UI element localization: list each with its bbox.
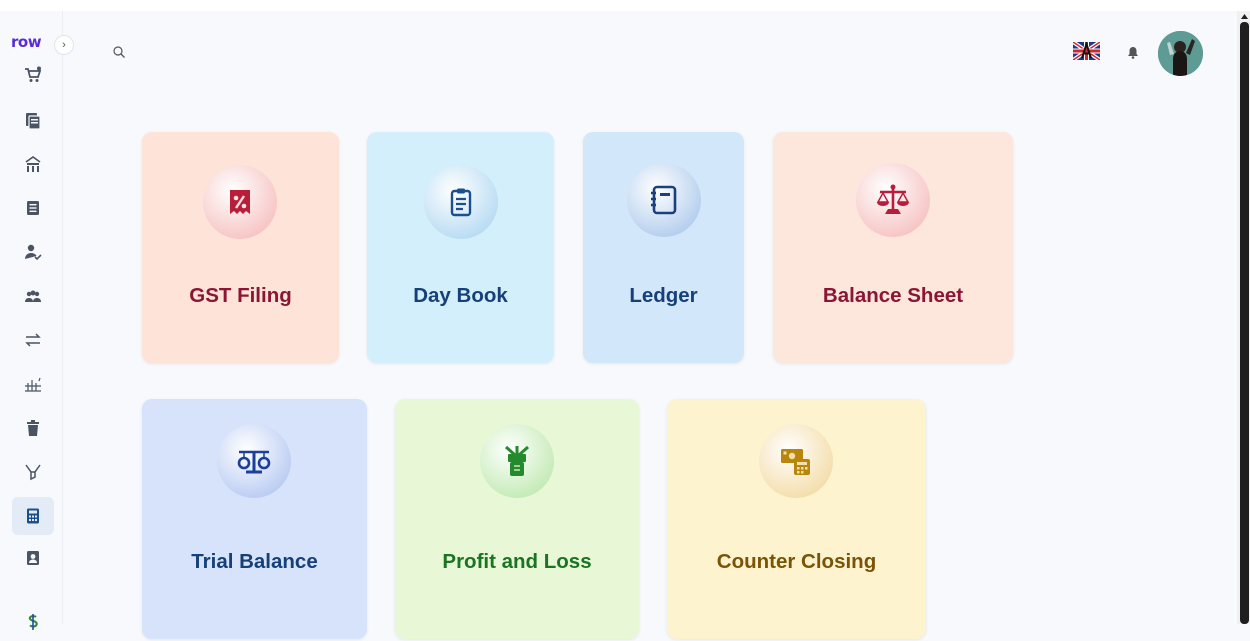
sidebar: row — [0, 11, 63, 630]
counter-closing-card[interactable]: Counter Closing — [667, 399, 926, 639]
trial-balance-icon-circle — [217, 424, 291, 498]
profit-and-loss-card[interactable]: Profit and Loss — [395, 399, 639, 639]
calculator-icon — [27, 508, 39, 524]
balance-sheet-title: Balance Sheet — [822, 284, 964, 307]
cash-register-icon — [781, 449, 810, 475]
gst-filing-title: GST Filing — [189, 284, 292, 307]
scrollbar-thumb[interactable] — [1240, 22, 1249, 624]
transfer-icon — [25, 333, 41, 347]
search-icon[interactable] — [112, 45, 126, 59]
trash-icon — [27, 420, 39, 436]
scale-icon — [876, 184, 910, 214]
users-icon — [25, 290, 41, 302]
uk-flag-icon[interactable] — [1073, 42, 1100, 60]
sidebar-item-dollar[interactable] — [12, 603, 54, 641]
ledger-card[interactable]: Ledger — [583, 132, 744, 363]
ledger-icon-circle — [627, 163, 701, 237]
trial-balance-card[interactable]: Trial Balance — [142, 399, 367, 639]
sidebar-item-documents[interactable] — [12, 102, 54, 140]
documents-icon — [26, 113, 41, 130]
growth-icon — [25, 377, 41, 392]
day-book-icon-circle — [424, 165, 498, 239]
profit-and-loss-icon-circle — [480, 424, 554, 498]
top-strip — [0, 0, 1250, 11]
sidebar-item-users[interactable] — [12, 277, 54, 315]
trial-balance-title: Trial Balance — [191, 550, 318, 573]
clipboard-icon — [450, 188, 472, 217]
logo: row — [11, 33, 42, 51]
day-book-title: Day Book — [413, 284, 508, 307]
contact-icon — [27, 551, 39, 565]
day-book-card[interactable]: Day Book — [367, 132, 554, 363]
bell-icon[interactable] — [1127, 46, 1139, 59]
list-icon — [27, 201, 39, 215]
gst-filing-card[interactable]: GST Filing — [142, 132, 339, 363]
avatar-image — [1158, 31, 1203, 76]
filter-icon — [25, 464, 41, 481]
sidebar-item-trash[interactable] — [12, 409, 54, 447]
counter-closing-icon-circle — [759, 424, 833, 498]
profit-and-loss-title: Profit and Loss — [442, 550, 592, 573]
sidebar-item-growth[interactable] — [12, 365, 54, 403]
sidebar-item-cart[interactable] — [12, 56, 54, 94]
dollar-icon — [28, 614, 38, 630]
sidebar-item-transfer[interactable] — [12, 321, 54, 359]
balance-icon — [237, 450, 271, 474]
scroll-up-arrow-icon[interactable] — [1240, 12, 1249, 20]
money-icon — [505, 445, 529, 476]
sidebar-collapse-button[interactable]: › — [54, 35, 74, 55]
balance-sheet-card[interactable]: Balance Sheet — [773, 132, 1013, 363]
sidebar-item-user-check[interactable] — [12, 233, 54, 271]
sidebar-item-store[interactable] — [12, 145, 54, 183]
sidebar-item-filter[interactable] — [12, 453, 54, 491]
balance-sheet-icon-circle — [856, 163, 930, 237]
sidebar-item-contact[interactable] — [12, 539, 54, 577]
ledger-title: Ledger — [629, 284, 698, 307]
avatar[interactable] — [1158, 31, 1203, 76]
ledger-book-icon — [651, 185, 677, 215]
counter-closing-title: Counter Closing — [716, 550, 877, 573]
cart-icon — [25, 66, 42, 82]
tax-percent-icon — [230, 190, 250, 214]
user-check-icon — [25, 244, 42, 261]
sidebar-item-list[interactable] — [12, 189, 54, 227]
store-icon — [25, 156, 41, 172]
gst-filing-icon-circle — [203, 165, 277, 239]
sidebar-item-calculator[interactable] — [12, 497, 54, 535]
